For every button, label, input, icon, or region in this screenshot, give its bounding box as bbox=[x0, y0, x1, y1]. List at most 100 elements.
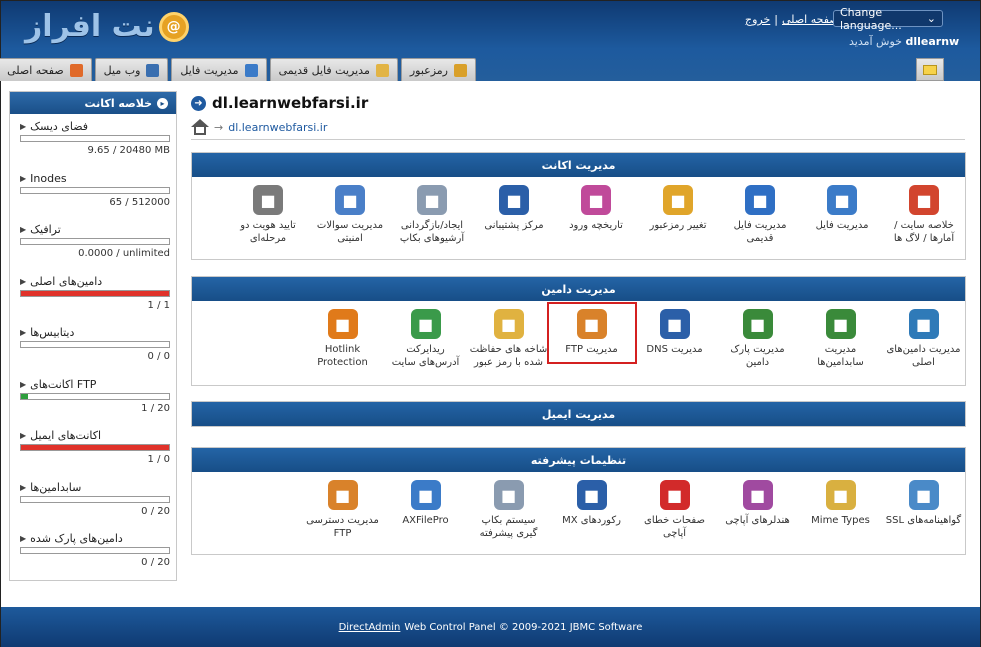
sidebar-stat-value: 1 / 0 bbox=[147, 454, 170, 465]
nav-tab-label: رمزعبور bbox=[409, 63, 448, 77]
file-manager-icon: ■ bbox=[827, 185, 857, 215]
security-shield-icon: ■ bbox=[335, 185, 365, 215]
divider bbox=[191, 139, 965, 140]
tool-globe[interactable]: ■ مدیریت سابدامین‌ها bbox=[802, 309, 880, 369]
tool-label: مدیریت DNS bbox=[646, 344, 703, 355]
sidebar-stat-name: اکانت‌های FTP bbox=[30, 377, 97, 391]
arrow-circle-icon: ▸ bbox=[157, 97, 168, 109]
tool-apache-error[interactable]: ■ صفحات خطای آپاچی bbox=[636, 480, 714, 540]
sidebar-stat-name: دیتابیس‌ها bbox=[30, 326, 75, 339]
footer-directadmin-link[interactable]: DirectAdmin bbox=[339, 622, 401, 633]
nav-tab-file-manager[interactable]: مدیریت فایل bbox=[171, 58, 267, 81]
sidebar-stat-value: 1 / 20 bbox=[141, 402, 170, 414]
support-icon: ■ bbox=[499, 185, 529, 215]
usage-bar bbox=[20, 238, 170, 245]
sidebar-stat-label: ▶ دیتابیس‌ها bbox=[20, 326, 74, 339]
tool-file-manager[interactable]: ■ مدیریت فایل bbox=[803, 185, 881, 232]
tool-hotlink-chain[interactable]: ■ Hotlink Protection bbox=[304, 309, 382, 369]
triangle-right-icon: ▶ bbox=[20, 276, 27, 286]
nav-tabs: صفحه اصلی وب میل مدیریت فایل مدیریت فایل… bbox=[0, 58, 476, 81]
tool-apache-handlers[interactable]: ■ هندلرهای آپاچی bbox=[719, 480, 797, 527]
tool-security-shield[interactable]: ■ مدیریت سوالات امنیتی bbox=[311, 185, 389, 245]
tool-backup[interactable]: ■ ایجاد/بازگردانی آرشیوهای بکاپ bbox=[393, 185, 471, 245]
triangle-right-icon: ▶ bbox=[20, 482, 27, 492]
header: نت افراز @ خروج | صفحه اصلی Change langu… bbox=[0, 1, 980, 81]
sidebar-stat-name: دامین‌های اصلی bbox=[30, 274, 103, 288]
sidebar-stat-label: ▶ ترافیک bbox=[20, 223, 61, 236]
usage-bar bbox=[20, 495, 170, 503]
folder-icon bbox=[375, 63, 389, 77]
usage-bar bbox=[20, 444, 170, 451]
usage-bar bbox=[20, 341, 170, 348]
tool-mime-types[interactable]: ■ Mime Types bbox=[802, 480, 880, 527]
section-title: مدیریت ایمیل bbox=[192, 402, 965, 426]
logo-text: نت افراز bbox=[25, 9, 156, 44]
tool-two-step-auth[interactable]: ■ تایید هویت دو مرحله‌ای bbox=[229, 185, 307, 245]
section-domain: مدیریت دامین ■ مدیریت دامین‌های اصلی ■ مدیر… bbox=[191, 276, 966, 386]
protected-folder-icon: ■ bbox=[493, 309, 524, 339]
sidebar-stat-value: 0 / 20 bbox=[141, 557, 170, 568]
lock-icon: ■ bbox=[663, 185, 693, 215]
sidebar-stat: ▶ اکانت‌های ایمیل 1 / 0 bbox=[10, 423, 176, 473]
tool-label: گواهینامه‌های SSL bbox=[885, 515, 962, 526]
file-manager-icon bbox=[244, 63, 258, 77]
tool-files[interactable]: ■ مدیریت فایل قدیمی bbox=[721, 185, 799, 245]
tool-site-summary[interactable]: ■ خلاصه سایت / آمارها / لاگ ها bbox=[885, 185, 963, 245]
section-email[interactable]: مدیریت ایمیل bbox=[191, 401, 966, 427]
tool-label: صفحات خطای آپاچی bbox=[644, 515, 705, 539]
tool-support[interactable]: ■ مرکز پشتیبانی bbox=[475, 185, 553, 232]
footer-text: Web Control Panel © 2009-2021 JBMC Softw… bbox=[404, 621, 643, 633]
triangle-right-icon: ▶ bbox=[20, 534, 27, 543]
tool-label: تغییر رمزعبور bbox=[649, 220, 707, 231]
sidebar-stat: ▶ سابدامین‌ها 0 / 20 bbox=[10, 475, 176, 525]
logout-link[interactable]: خروج bbox=[745, 13, 770, 26]
nav-tab-webmail[interactable]: وب میل bbox=[94, 58, 169, 81]
sidebar-stat-name: ترافیک bbox=[30, 223, 61, 236]
page-title-text: dl.learnwebfarsi.ir bbox=[212, 94, 369, 112]
redirect-icon: ■ bbox=[410, 309, 441, 339]
page-title: ➜ dl.learnwebfarsi.ir bbox=[191, 94, 368, 112]
sidebar-stat-value: 1 / 1 bbox=[147, 299, 170, 311]
nav-tab-old-file-manager[interactable]: مدیریت فایل قدیمی bbox=[269, 58, 398, 81]
axfilepro-icon: ■ bbox=[410, 480, 441, 510]
tool-label: ایجاد/بازگردانی آرشیوهای بکاپ bbox=[399, 220, 465, 244]
tool-login-history[interactable]: ■ تاریخچه ورود bbox=[557, 185, 635, 232]
logo-mark-icon: @ bbox=[158, 11, 189, 42]
logo[interactable]: نت افراز @ bbox=[25, 9, 189, 44]
usage-bar bbox=[20, 186, 170, 194]
breadcrumb: → dl.learnwebfarsi.ir bbox=[191, 119, 327, 135]
breadcrumb-link[interactable]: dl.learnwebfarsi.ir bbox=[228, 121, 327, 134]
sidebar-stat: ▶ اکانت‌های FTP 1 / 20 bbox=[10, 372, 176, 422]
tool-globe-park[interactable]: ■ مدیریت پارک دامین bbox=[719, 309, 797, 369]
nav-tab-label: صفحه اصلی bbox=[7, 63, 64, 77]
house-icon bbox=[69, 63, 83, 77]
tool-globe-gear[interactable]: ■ مدیریت دامین‌های اصلی bbox=[885, 309, 963, 369]
nav-tab-password[interactable]: رمزعبور bbox=[400, 58, 476, 81]
nav-tab-home[interactable]: صفحه اصلی bbox=[0, 58, 92, 81]
home-icon[interactable] bbox=[191, 119, 209, 135]
sidebar-stat-label: ▶ اکانت‌های ایمیل bbox=[20, 429, 101, 442]
tool-advanced-backup[interactable]: ■ سیستم بکاپ گیری پیشرفته bbox=[470, 480, 548, 540]
usage-bar bbox=[20, 392, 170, 400]
tool-lock[interactable]: ■ تغییر رمزعبور bbox=[639, 185, 717, 232]
sidebar-stat: ▶ فضای دیسک 9.65 / 20480 MB bbox=[10, 114, 176, 164]
messages-button[interactable] bbox=[916, 58, 944, 81]
triangle-right-icon: ▶ bbox=[20, 225, 27, 234]
tool-label: مدیریت فایل قدیمی bbox=[733, 220, 787, 244]
files-icon: ■ bbox=[745, 185, 775, 215]
language-select[interactable]: Change language... ⌄ bbox=[833, 6, 943, 32]
icons-row: ■ گواهینامه‌های SSL ■ Mime Types ■ هندلرهای آ… bbox=[192, 472, 965, 554]
key-icon bbox=[454, 63, 467, 77]
tool-dns[interactable]: ■ مدیریت DNS bbox=[636, 309, 714, 356]
tool-label: مدیریت سابدامین‌ها bbox=[817, 344, 864, 368]
tool-protected-folder[interactable]: ■ شاخه های حفاظت شده با رمز عبور bbox=[470, 309, 548, 369]
tool-redirect[interactable]: ■ ریدایرکت آدرس‌های سایت bbox=[387, 309, 465, 369]
sidebar-stat: ▶ Inodes 65 / 512000 bbox=[10, 166, 176, 216]
tool-ssl-certificate[interactable]: ■ گواهینامه‌های SSL bbox=[885, 480, 963, 527]
tool-ftp-access[interactable]: ■ مدیریت دسترسی FTP bbox=[304, 480, 382, 540]
home-link[interactable]: صفحه اصلی bbox=[782, 13, 839, 26]
tool-axfilepro[interactable]: ■ AXFilePro bbox=[387, 480, 465, 527]
tool-mx-records[interactable]: ■ رکوردهای MX bbox=[553, 480, 631, 527]
sidebar-stat-name: فضای دیسک bbox=[30, 120, 89, 133]
sidebar-stat-name: اکانت‌های ایمیل bbox=[30, 429, 102, 442]
